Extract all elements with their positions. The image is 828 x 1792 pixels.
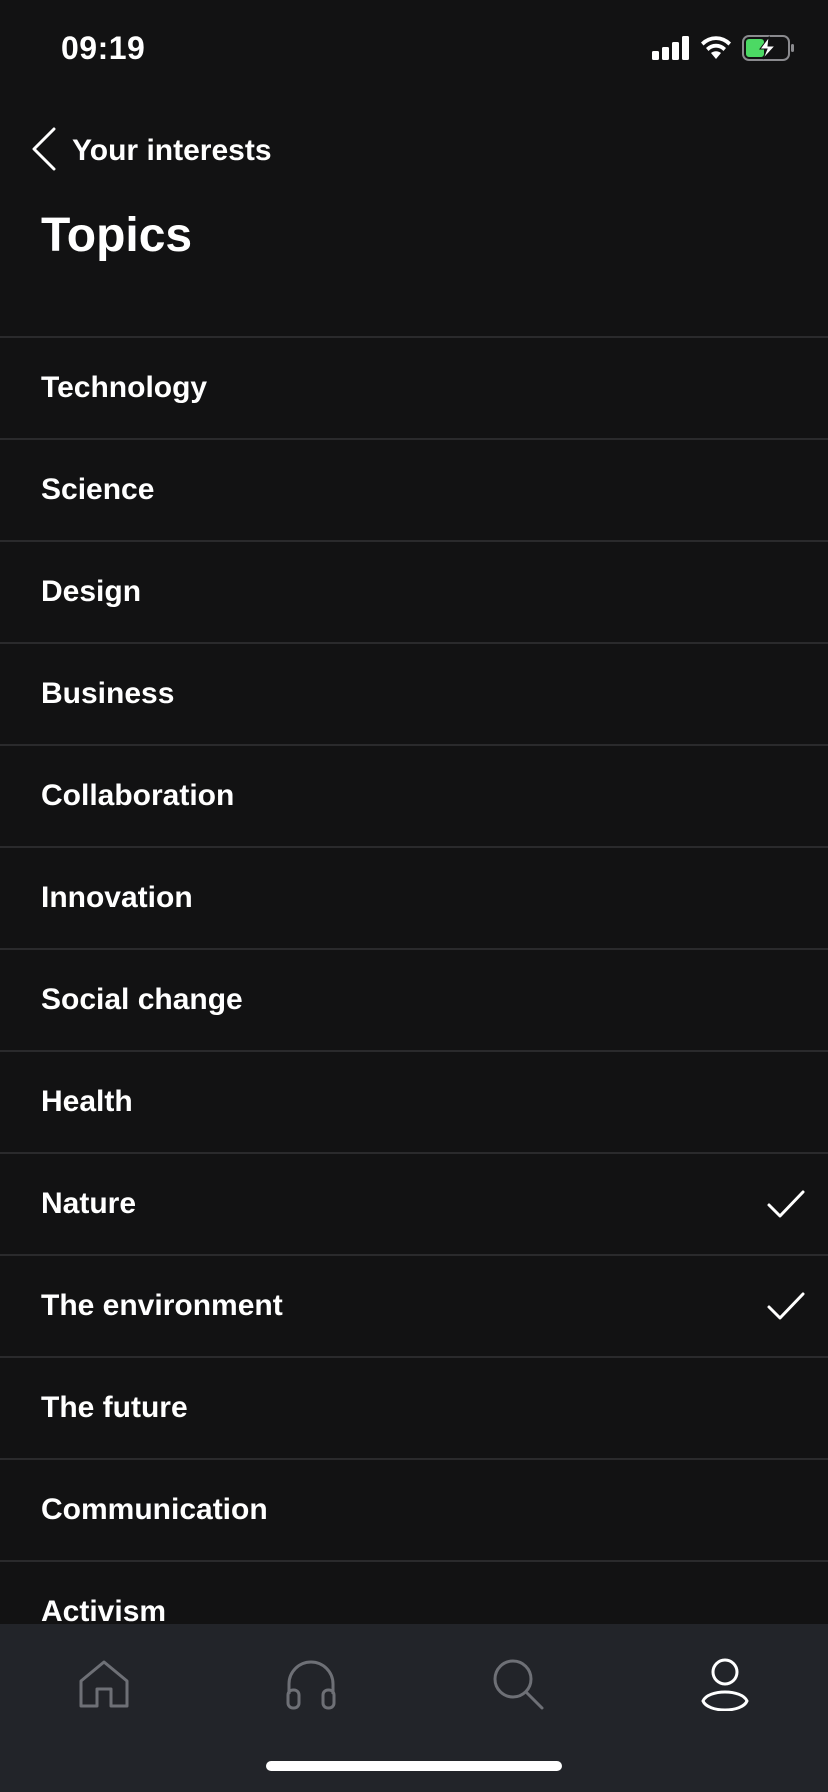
back-button[interactable]: Your interests [30, 120, 272, 182]
profile-icon [700, 1657, 750, 1716]
battery-charging-icon [742, 34, 796, 66]
topic-row[interactable]: Innovation [0, 848, 828, 950]
topic-label: Social change [41, 983, 243, 1016]
chevron-left-icon [30, 126, 58, 177]
topic-label: Science [41, 473, 155, 506]
topic-label: The environment [41, 1289, 283, 1322]
tab-listen[interactable] [271, 1646, 351, 1726]
topic-label: Technology [41, 371, 208, 404]
cellular-signal-icon [652, 35, 690, 65]
topic-label: Nature [41, 1187, 137, 1220]
status-bar: 09:19 [0, 0, 828, 100]
topic-row[interactable]: Social change [0, 950, 828, 1052]
topic-row[interactable]: Technology [0, 338, 828, 440]
topic-label: Collaboration [41, 779, 235, 812]
topic-label: Design [41, 575, 142, 608]
search-icon [491, 1657, 545, 1716]
topic-label: Communication [41, 1493, 268, 1526]
wifi-icon [700, 35, 732, 65]
topic-row[interactable]: Communication [0, 1460, 828, 1562]
topic-label: Innovation [41, 881, 193, 914]
tab-search[interactable] [478, 1646, 558, 1726]
tab-profile[interactable] [685, 1646, 765, 1726]
topic-row[interactable]: The future [0, 1358, 828, 1460]
home-icon [77, 1659, 131, 1714]
page-title: Topics [41, 209, 193, 262]
topic-row[interactable]: Health [0, 1052, 828, 1154]
topic-label: Business [41, 677, 175, 710]
home-indicator [266, 1761, 562, 1771]
topic-list: Technology Science Design Business Colla… [0, 336, 828, 1664]
topic-label: The future [41, 1391, 188, 1424]
checkmark-icon [766, 1290, 806, 1322]
tab-home[interactable] [64, 1646, 144, 1726]
topic-row-selected[interactable]: The environment [0, 1256, 828, 1358]
topic-row[interactable]: Design [0, 542, 828, 644]
topic-row[interactable]: Business [0, 644, 828, 746]
topic-label: Health [41, 1085, 133, 1118]
checkmark-icon [766, 1188, 806, 1220]
back-label: Your interests [72, 134, 272, 167]
status-time: 09:19 [61, 30, 146, 66]
topic-row[interactable]: Science [0, 440, 828, 542]
topic-row[interactable]: Collaboration [0, 746, 828, 848]
headphones-icon [284, 1658, 338, 1715]
status-icons [652, 34, 796, 66]
topic-row-selected[interactable]: Nature [0, 1154, 828, 1256]
